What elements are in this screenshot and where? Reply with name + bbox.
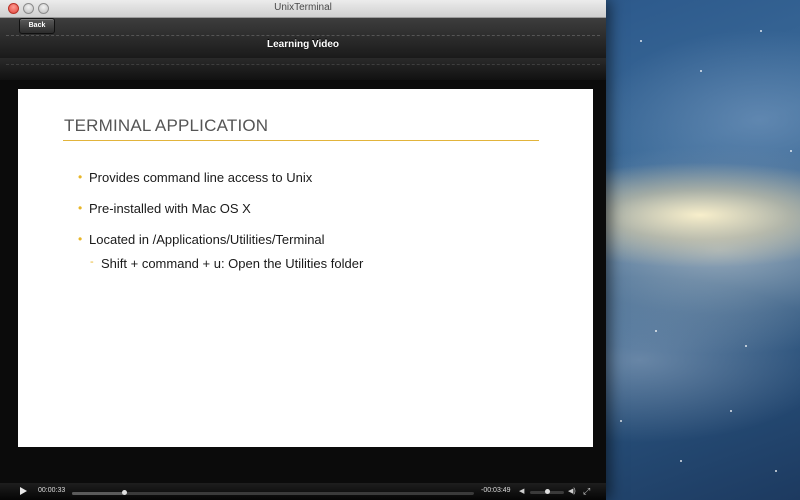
sub-bullet-text: Shift + command + u: Open the Utilities … xyxy=(101,256,364,271)
slide-bullet: • Located in /Applications/Utilities/Ter… xyxy=(78,232,325,247)
volume-slider[interactable] xyxy=(530,489,564,494)
video-controls: 00:00:33 -00:03:49 ◀ ◀) ⤢ xyxy=(0,483,606,500)
star xyxy=(620,420,622,422)
slide-sub-bullet: - Shift + command + u: Open the Utilitie… xyxy=(90,256,364,271)
slide-title: TERMINAL APPLICATION xyxy=(64,116,269,135)
band-stitching xyxy=(6,64,600,65)
bullet-text: Provides command line access to Unix xyxy=(89,170,313,185)
video-slide[interactable]: TERMINAL APPLICATION • Provides command … xyxy=(18,89,593,447)
progress-fill xyxy=(72,492,125,495)
star xyxy=(680,460,682,462)
remaining-time: -00:03:49 xyxy=(481,487,511,494)
bullet-text: Located in /Applications/Utilities/Termi… xyxy=(89,232,325,247)
app-window: UnixTerminal Back Learning Video TERMINA… xyxy=(0,0,606,500)
title-bar[interactable]: UnixTerminal xyxy=(0,0,606,18)
volume-knob[interactable] xyxy=(545,489,550,494)
star xyxy=(775,470,777,472)
star xyxy=(760,30,762,32)
star xyxy=(640,40,642,42)
bullet-marker: • xyxy=(78,170,83,184)
play-icon[interactable] xyxy=(20,487,27,495)
volume-low-icon[interactable]: ◀ xyxy=(519,487,524,495)
slide-title-underline xyxy=(63,140,539,141)
back-button[interactable]: Back xyxy=(19,18,55,34)
bullet-marker: • xyxy=(78,232,83,246)
star xyxy=(655,330,657,332)
fullscreen-icon[interactable]: ⤢ xyxy=(583,486,590,497)
window-title: UnixTerminal xyxy=(274,2,332,13)
volume-high-icon[interactable]: ◀) xyxy=(568,487,576,495)
progress-bar[interactable] xyxy=(72,490,474,495)
nav-bar-stitching xyxy=(6,35,600,36)
slide-bullet: • Pre-installed with Mac OS X xyxy=(78,201,251,216)
bullet-marker: • xyxy=(78,201,83,215)
nav-title: Learning Video xyxy=(266,39,340,50)
star xyxy=(745,345,747,347)
star xyxy=(700,70,702,72)
sub-bullet-marker: - xyxy=(90,256,94,268)
star xyxy=(730,410,732,412)
slide-bullet: • Provides command line access to Unix xyxy=(78,170,313,185)
star xyxy=(790,150,792,152)
bullet-text: Pre-installed with Mac OS X xyxy=(89,201,251,216)
elapsed-time: 00:00:33 xyxy=(38,487,66,494)
video-top-band xyxy=(0,58,606,80)
progress-knob[interactable] xyxy=(122,490,128,495)
